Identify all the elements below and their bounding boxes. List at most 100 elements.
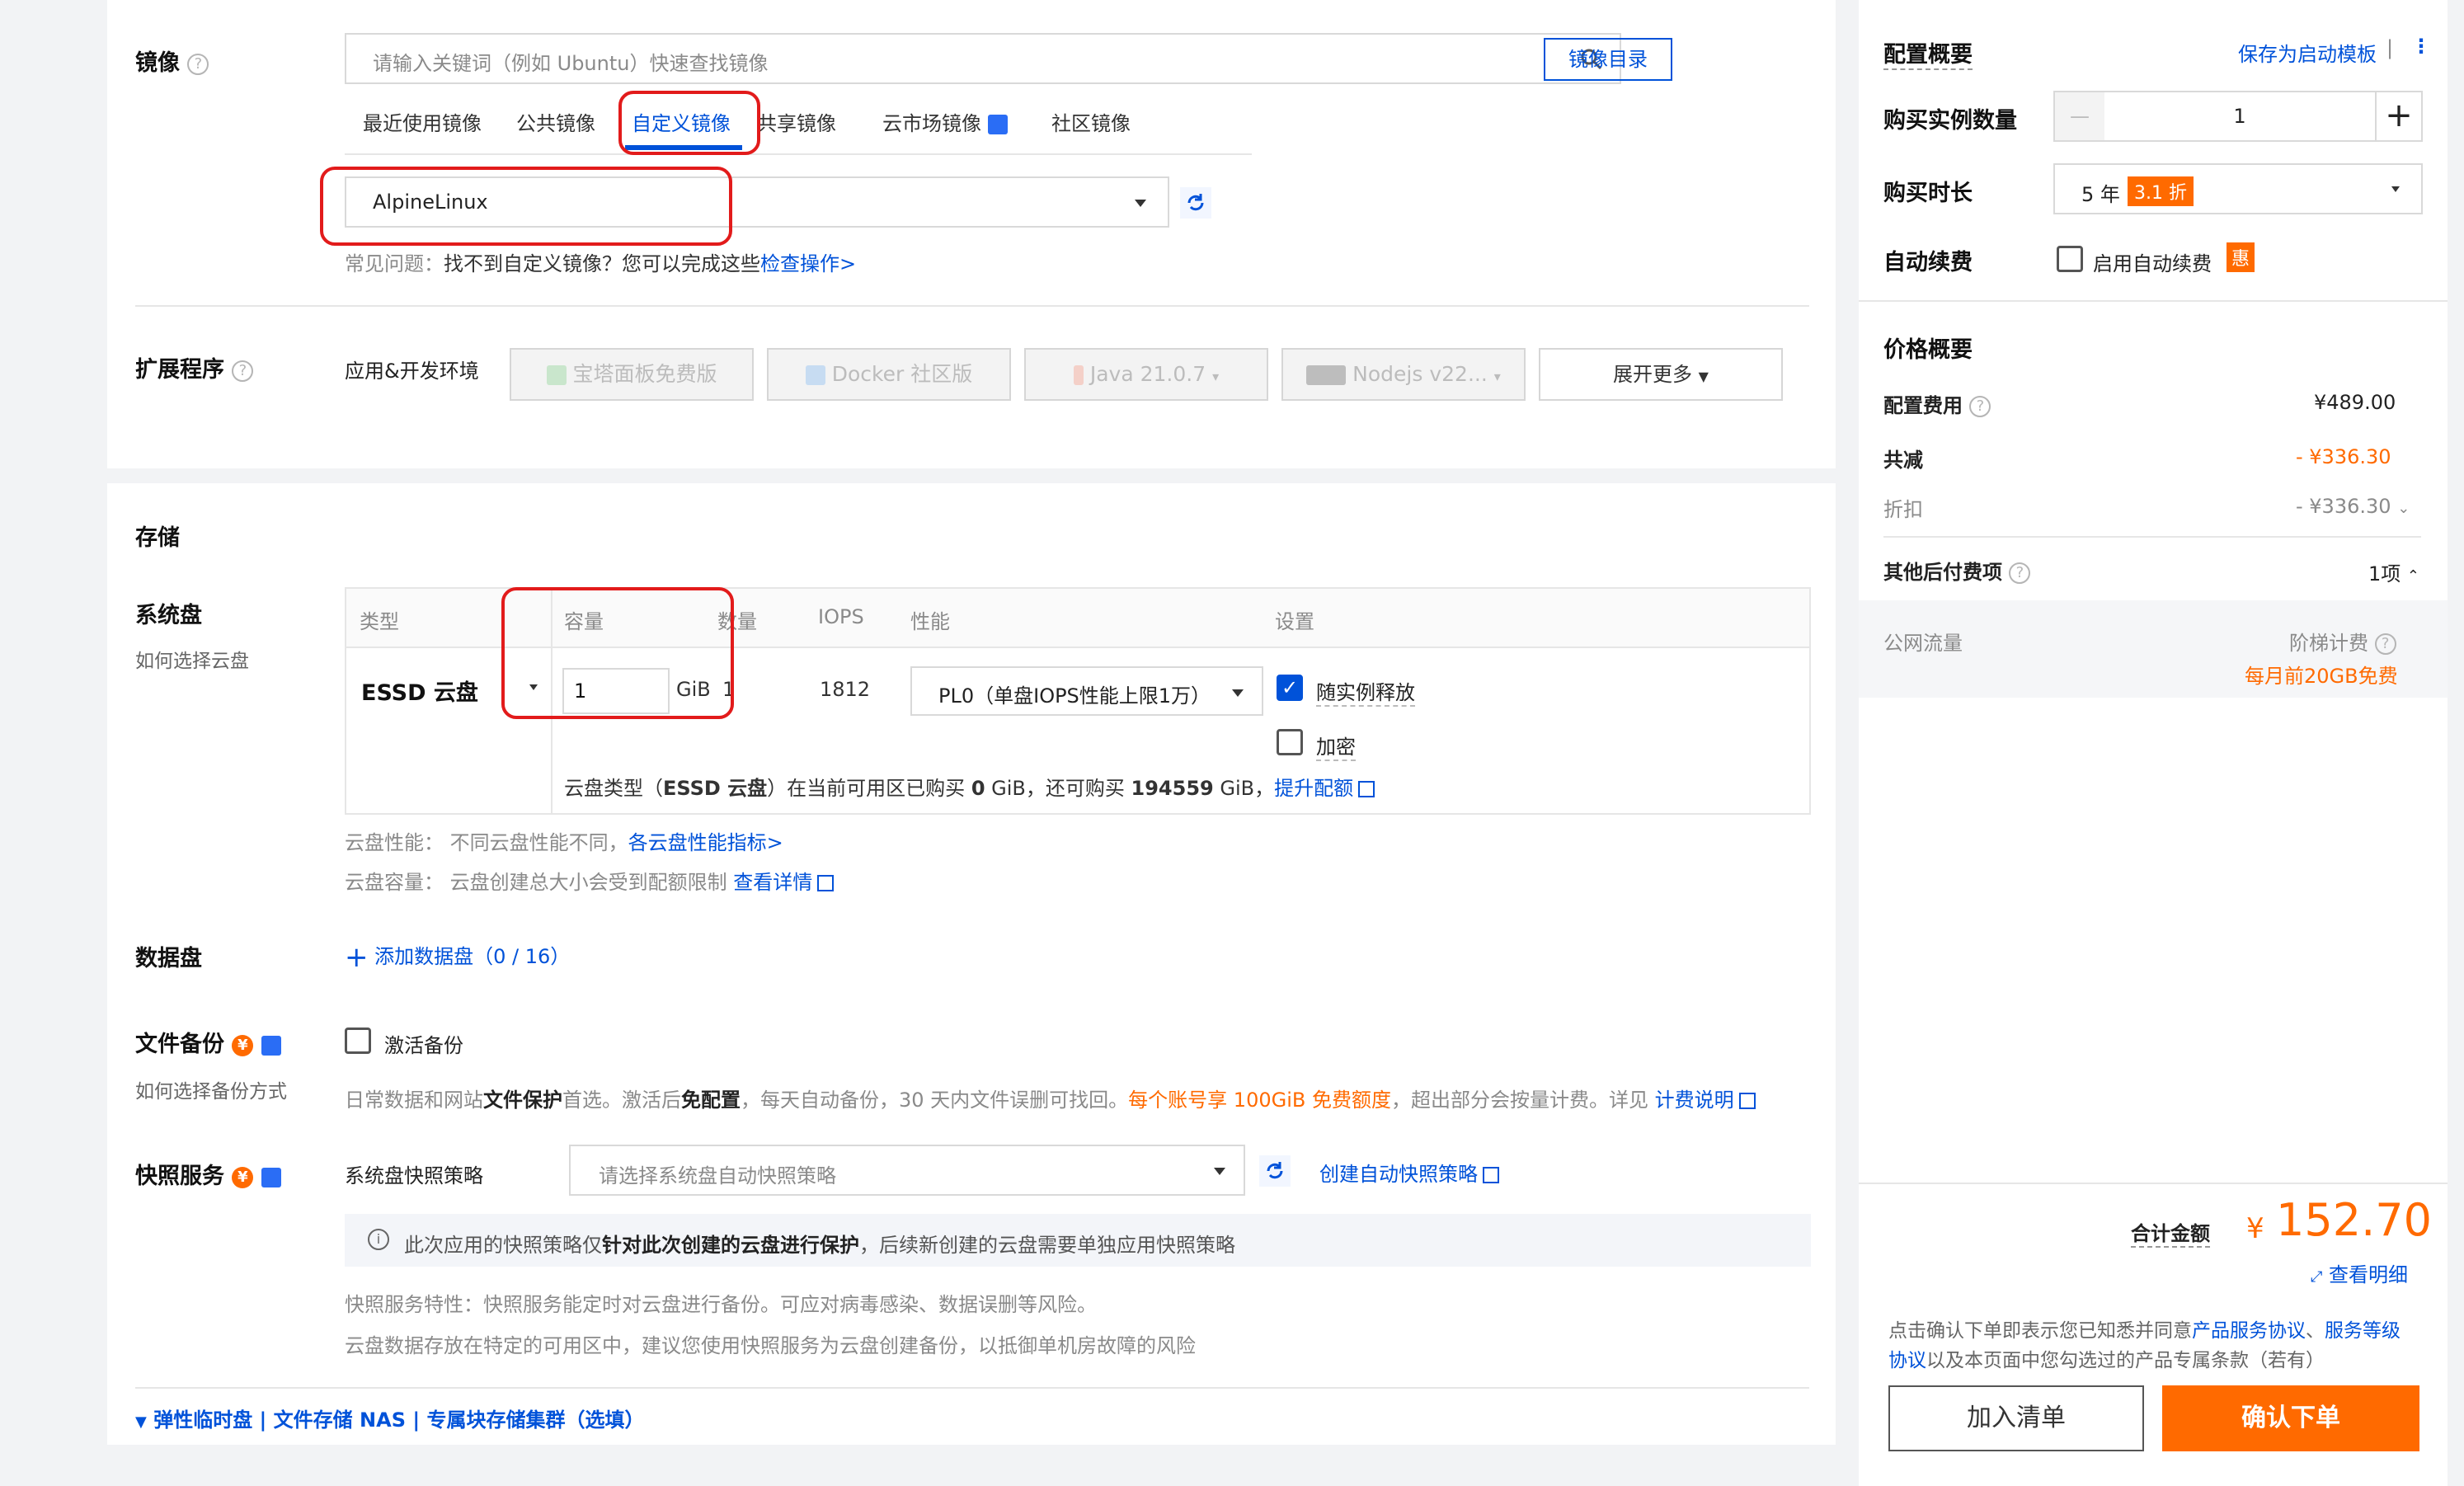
storage-title: 存储 <box>135 525 180 551</box>
add-data-disk-button[interactable]: + 添加数据盘（0 / 16） <box>345 940 570 974</box>
app-docker: Docker 社区版 <box>767 348 1011 401</box>
refresh-icon[interactable] <box>1179 186 1212 219</box>
help-icon[interactable]: ? <box>2374 633 2396 655</box>
divider <box>1883 536 2421 538</box>
header-type: 类型 <box>360 610 399 633</box>
summary-title: 配置概要 <box>1883 36 1973 70</box>
total-label: 合计金额 <box>2131 1217 2210 1248</box>
disk-perf-link[interactable]: 各云盘性能指标> <box>628 831 783 854</box>
yuan-badge-icon: ¥ <box>232 1166 254 1188</box>
discount-value: - ¥336.30 ⌄ <box>2296 495 2410 518</box>
billing-info-link[interactable]: 计费说明 <box>1655 1089 1734 1112</box>
snapshot-notice: i 此次应用的快照策略仅针对此次创建的云盘进行保护，后续新创建的云盘需要单独应用… <box>345 1214 1811 1267</box>
help-icon[interactable]: ? <box>2009 562 2031 584</box>
thumbs-up-icon <box>261 1035 281 1056</box>
more-vertical-icon[interactable]: ⋮ <box>2411 35 2431 58</box>
image-card: 镜像 ? 请输入关键词（例如 Ubuntu）快速查找镜像 镜像目录 最近使用镜像… <box>107 0 1836 468</box>
traffic-value: 阶梯计费 ? <box>2289 627 2396 656</box>
external-link-icon <box>1483 1167 1499 1183</box>
add-to-list-button[interactable]: 加入清单 <box>1888 1385 2144 1451</box>
traffic-box: 公网流量 阶梯计费 ? 每月前20GB免费 <box>1859 600 2448 698</box>
other-fee-value[interactable]: 1项 ⌃ <box>2368 557 2419 586</box>
external-link-icon <box>1738 1093 1756 1109</box>
help-icon[interactable]: ? <box>232 360 254 382</box>
qty-value: 1 <box>2233 105 2246 128</box>
docker-logo-icon <box>805 365 825 385</box>
external-link-icon <box>817 875 835 891</box>
traffic-free: 每月前20GB免费 <box>2245 665 2398 688</box>
snapshot-policy-label: 系统盘快照策略 <box>345 1164 483 1187</box>
save-template-link[interactable]: 保存为启动模板 <box>2238 38 2377 67</box>
tab-community[interactable]: 社区镜像 <box>1051 107 1131 136</box>
more-storage-options[interactable]: ▼ 弹性临时盘 | 文件存储 NAS | 专属块存储集群（选填） <box>135 1404 644 1432</box>
chevron-up-icon: ⌃ <box>2406 567 2420 585</box>
product-agreement-link[interactable]: 产品服务协议 <box>2192 1320 2306 1342</box>
faq-check-link[interactable]: 检查操作> <box>760 252 856 275</box>
qty-stepper[interactable]: — 1 + <box>2053 91 2423 142</box>
storage-card: 存储 系统盘 如何选择云盘 类型 容量 数量 IOPS 性能 设置 ESSD 云… <box>107 483 1836 1445</box>
external-link-icon <box>1358 781 1375 797</box>
refresh-icon[interactable] <box>1258 1154 1291 1187</box>
nodejs-logo-icon <box>1306 365 1347 385</box>
discount-badge: 3.1 折 <box>2128 176 2194 206</box>
confirm-order-button[interactable]: 确认下单 <box>2162 1385 2419 1451</box>
system-disk-title: 系统盘 <box>135 603 202 628</box>
bt-logo-icon <box>546 365 567 385</box>
extensions-title: 扩展程序 ? <box>135 351 254 383</box>
search-placeholder: 请输入关键词（例如 Ubuntu）快速查找镜像 <box>373 52 769 75</box>
discount-label: 折扣 <box>1883 498 1923 521</box>
iops-value: 1812 <box>820 678 871 701</box>
expand-icon: ⤢ <box>2311 1268 2323 1286</box>
tab-marketplace[interactable]: 云市场镜像 <box>882 107 1008 136</box>
release-with-instance-checkbox[interactable]: ✓ <box>1277 675 1303 701</box>
snapshot-policy-placeholder: 请选择系统盘自动快照策略 <box>599 1164 836 1187</box>
disk-capacity-note: 云盘容量： 云盘创建总大小会受到配额限制 查看详情 <box>345 866 835 895</box>
auto-renew-checkbox[interactable] <box>2057 246 2083 272</box>
view-detail-link[interactable]: ⤢ 查看明细 <box>2311 1258 2408 1287</box>
disk-type-value: ESSD 云盘 <box>361 680 478 706</box>
price-title: 价格概要 <box>1883 337 1973 363</box>
app-java: Java 21.0.7 ▾ <box>1024 348 1268 401</box>
chevron-down-icon <box>1135 200 1146 207</box>
total-reduce-label: 共减 <box>1883 449 1923 472</box>
config-fee-value: ¥489.00 <box>2314 391 2396 414</box>
total-reduce-value: - ¥336.30 <box>2296 445 2391 468</box>
file-backup-help[interactable]: 如何选择备份方式 <box>135 1075 287 1103</box>
config-fee-label: 配置费用 ? <box>1883 389 1991 418</box>
divider <box>135 305 1809 307</box>
snapshot-policy-select[interactable]: 请选择系统盘自动快照策略 <box>569 1145 1245 1196</box>
config-summary-panel: 配置概要 保存为启动模板 | ⋮ 购买实例数量 — 1 + 购买时长 5 年 3… <box>1859 0 2448 300</box>
system-disk-help[interactable]: 如何选择云盘 <box>135 645 249 673</box>
disk-capacity-detail-link[interactable]: 查看详情 <box>733 871 812 894</box>
help-icon[interactable]: ? <box>1969 396 1991 417</box>
tab-shared[interactable]: 共享镜像 <box>757 107 836 136</box>
header-perf: 性能 <box>910 610 950 633</box>
expand-more-button[interactable]: 展开更多 ▼ <box>1539 348 1783 401</box>
agreement-text: 点击确认下单即表示您已知悉并同意产品服务协议、服务等级协议以及本页面中您勾选过的… <box>1888 1320 2401 1371</box>
help-icon[interactable]: ? <box>187 53 209 75</box>
duration-select[interactable]: 5 年 3.1 折 <box>2053 163 2423 214</box>
activate-backup-label: 激活备份 <box>384 1034 463 1057</box>
perf-value: PL0（单盘IOPS性能上限1万） <box>938 684 1211 708</box>
chevron-down-icon[interactable]: ⌄ <box>2397 500 2410 517</box>
encrypt-label: 加密 <box>1316 731 1356 761</box>
faq-line: 常见问题：找不到自定义镜像？您可以完成这些检查操作> <box>345 252 857 275</box>
image-catalog-button[interactable]: 镜像目录 <box>1544 38 1672 81</box>
tab-recent[interactable]: 最近使用镜像 <box>363 107 482 136</box>
disk-perf-note: 云盘性能： 不同云盘性能不同，各云盘性能指标> <box>345 831 783 854</box>
raise-quota-link[interactable]: 提升配额 <box>1274 777 1353 800</box>
qty-plus-button[interactable]: + <box>2375 92 2421 140</box>
chevron-down-icon <box>2391 186 2400 192</box>
perf-select[interactable]: PL0（单盘IOPS性能上限1万） <box>910 666 1263 716</box>
info-icon: i <box>368 1229 389 1250</box>
tab-public[interactable]: 公共镜像 <box>516 107 595 136</box>
release-with-instance-label: 随实例释放 <box>1316 676 1415 707</box>
encrypt-checkbox[interactable] <box>1277 729 1303 755</box>
thumbs-up-icon <box>987 115 1008 134</box>
create-snapshot-policy-link[interactable]: 创建自动快照策略 <box>1319 1158 1499 1187</box>
app-nodejs: Nodejs v22... ▾ <box>1281 348 1526 401</box>
image-search-input[interactable]: 请输入关键词（例如 Ubuntu）快速查找镜像 <box>345 33 1621 84</box>
qty-minus-button[interactable]: — <box>2055 92 2104 140</box>
activate-backup-checkbox[interactable] <box>345 1028 371 1054</box>
renew-label: 自动续费 <box>1883 250 1973 275</box>
